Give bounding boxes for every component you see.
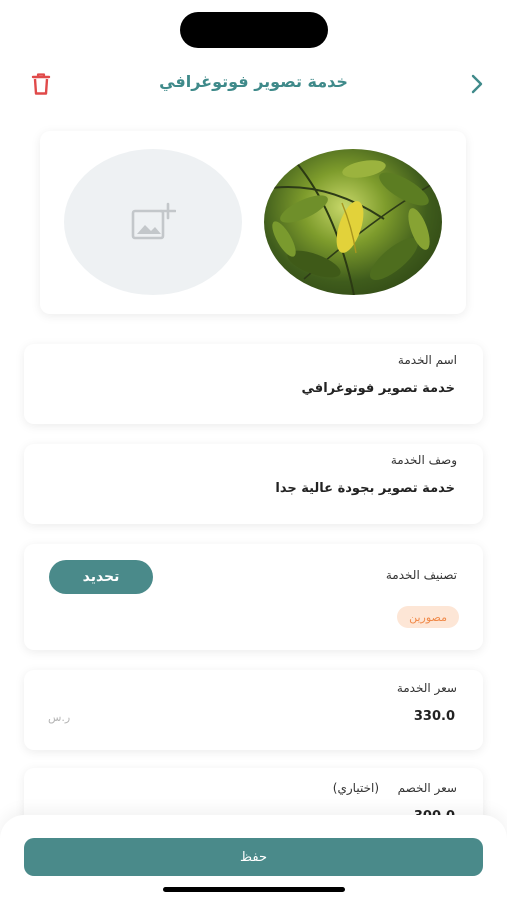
leaf-photo-image bbox=[264, 149, 442, 295]
header: خدمة تصوير فوتوغرافي bbox=[0, 62, 507, 106]
save-button[interactable]: حفظ bbox=[24, 838, 483, 876]
add-photo-button[interactable] bbox=[64, 149, 242, 295]
device-notch bbox=[180, 12, 328, 48]
service-description-field[interactable]: وصف الخدمة خدمة تصوير بجودة عالية جدا bbox=[24, 444, 483, 524]
service-price-field[interactable]: سعر الخدمة 330.0 ر.س bbox=[24, 670, 483, 750]
select-category-button[interactable]: تحديد bbox=[49, 560, 153, 594]
service-category-field: تصنيف الخدمة تحديد مصورين bbox=[24, 544, 483, 650]
add-photo-icon bbox=[131, 202, 176, 240]
service-description-label: وصف الخدمة bbox=[390, 453, 457, 467]
page-title: خدمة تصوير فوتوغرافي bbox=[159, 72, 348, 91]
currency-label: ر.س bbox=[48, 711, 71, 724]
service-name-label: اسم الخدمة bbox=[397, 353, 457, 367]
service-price-value[interactable]: 330.0 bbox=[414, 709, 455, 724]
service-description-value[interactable]: خدمة تصوير بجودة عالية جدا bbox=[275, 481, 455, 496]
back-button[interactable] bbox=[463, 70, 491, 98]
optional-label: (اختياري) bbox=[332, 781, 379, 795]
home-indicator bbox=[163, 887, 345, 892]
service-photo[interactable] bbox=[264, 149, 442, 295]
discount-price-label: سعر الخصم bbox=[397, 781, 457, 795]
service-name-field[interactable]: اسم الخدمة خدمة تصوير فوتوغرافي bbox=[24, 344, 483, 424]
service-price-label: سعر الخدمة bbox=[396, 681, 457, 695]
category-chip[interactable]: مصورين bbox=[397, 606, 459, 628]
service-name-value[interactable]: خدمة تصوير فوتوغرافي bbox=[302, 381, 455, 396]
chevron-right-icon bbox=[471, 74, 483, 94]
service-images-card bbox=[40, 131, 466, 314]
service-category-label: تصنيف الخدمة bbox=[385, 568, 457, 582]
